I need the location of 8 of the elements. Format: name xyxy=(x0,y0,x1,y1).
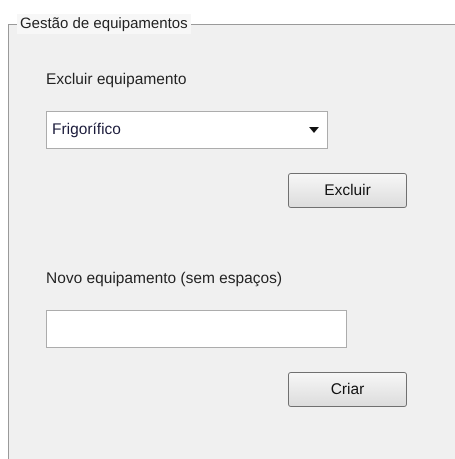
create-button[interactable]: Criar xyxy=(288,372,407,407)
field-label: Novo equipamento (sem espaços) xyxy=(46,270,282,288)
input-field[interactable] xyxy=(46,310,347,348)
field-label: Excluir equipamento xyxy=(46,71,186,89)
equipment-dropdown[interactable]: Frigorífico xyxy=(46,111,328,149)
caret-icon xyxy=(309,127,319,133)
panel-title: Gestão de equipamentos xyxy=(17,14,191,34)
delete-button[interactable]: Excluir xyxy=(288,173,407,208)
